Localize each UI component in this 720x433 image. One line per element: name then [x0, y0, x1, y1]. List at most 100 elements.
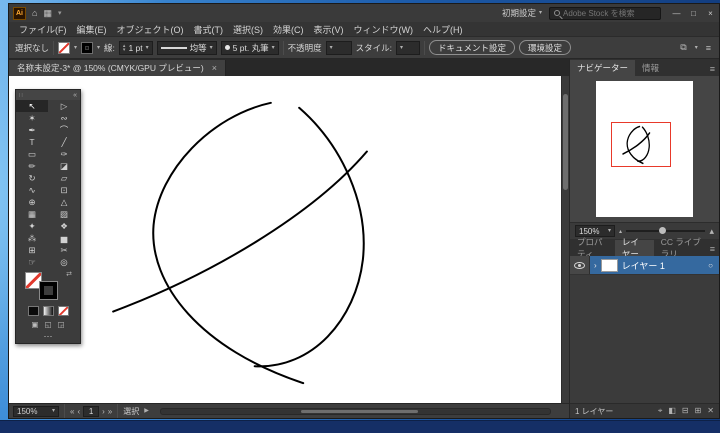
locate-object-icon[interactable]: ⌖: [658, 406, 663, 416]
curvature-tool[interactable]: ⌒: [48, 124, 80, 136]
draw-inside-icon[interactable]: ◲: [58, 320, 65, 329]
first-artboard-icon[interactable]: «: [70, 407, 74, 416]
tab-layers[interactable]: レイヤー: [614, 237, 654, 259]
tab-properties[interactable]: プロパティ: [570, 237, 615, 259]
brush-dropdown-icon[interactable]: ▾: [272, 45, 275, 51]
windows-taskbar[interactable]: [0, 420, 720, 433]
navigator-preview[interactable]: [570, 76, 719, 222]
profile-dropdown-icon[interactable]: ▾: [210, 45, 213, 51]
tools-panel-header[interactable]: ∷ «: [16, 90, 80, 100]
artboard-canvas[interactable]: ∷ « ↖ ▷ ✶ ∾ ✒ ⌒ T ╱ ▭ ✑ ✏ ◪ ↻ ▱ ∿ ⊡ ⊕ △ …: [9, 76, 569, 403]
adobe-stock-search[interactable]: [549, 6, 661, 20]
artboard-number-field[interactable]: 1: [83, 405, 100, 417]
artwork-path-diagonal[interactable]: [112, 150, 368, 313]
preferences-button[interactable]: 環境設定: [519, 40, 572, 55]
search-input[interactable]: [563, 8, 656, 18]
hand-tool[interactable]: ☞: [16, 256, 48, 268]
blend-tool[interactable]: ❖: [48, 220, 80, 232]
minimize-button[interactable]: —: [668, 4, 685, 22]
align-options-icon[interactable]: ⧉: [680, 42, 686, 53]
vertical-scrollbar[interactable]: [561, 76, 569, 403]
pen-tool[interactable]: ✒: [16, 124, 48, 136]
maximize-button[interactable]: □: [685, 4, 702, 22]
width-tool[interactable]: ∿: [16, 184, 48, 196]
fill-color-swatch[interactable]: [58, 41, 71, 54]
collapse-panel-icon[interactable]: «: [73, 92, 77, 99]
arrange-documents-dropdown-icon[interactable]: ▾: [58, 10, 62, 17]
opacity-dropdown-icon[interactable]: ▾: [330, 45, 333, 51]
opacity-field[interactable]: ▾: [325, 40, 352, 55]
tab-cc-libraries[interactable]: CC ライブラリ: [654, 237, 710, 259]
document-tab-close-icon[interactable]: ×: [212, 63, 217, 73]
paintbrush-tool[interactable]: ✑: [48, 148, 80, 160]
zoom-out-icon[interactable]: ▴: [619, 228, 622, 235]
eye-icon[interactable]: [574, 261, 585, 269]
layer-visibility-cell[interactable]: [570, 256, 590, 274]
navigator-view-rectangle[interactable]: [611, 122, 671, 167]
previous-artboard-icon[interactable]: ‹: [77, 407, 80, 416]
shape-builder-tool[interactable]: ⊕: [16, 196, 48, 208]
document-tab[interactable]: 名称未設定-3* @ 150% (CMYK/GPU プレビュー) ×: [9, 60, 226, 76]
pencil-tool[interactable]: ✏: [16, 160, 48, 172]
direct-selection-tool[interactable]: ▷: [48, 100, 80, 112]
layer-name[interactable]: レイヤー 1: [622, 259, 665, 272]
column-graph-tool[interactable]: ▅: [48, 232, 80, 244]
zoom-level-dropdown[interactable]: 150% ▾: [13, 405, 59, 417]
stroke-dropdown-icon[interactable]: ▾: [97, 45, 100, 51]
navigator-panel-menu-icon[interactable]: ≡: [710, 64, 719, 76]
home-icon[interactable]: ⌂: [32, 8, 37, 18]
zoom-tool[interactable]: ◎: [48, 256, 80, 268]
eyedropper-tool[interactable]: ✦: [16, 220, 48, 232]
close-button[interactable]: ×: [702, 4, 719, 22]
step-down-icon[interactable]: ▾: [123, 47, 126, 52]
layer-row[interactable]: › レイヤー 1 ○: [570, 256, 719, 275]
magic-wand-tool[interactable]: ✶: [16, 112, 48, 124]
style-dropdown-icon[interactable]: ▾: [400, 45, 403, 51]
menu-type[interactable]: 書式(T): [190, 23, 228, 36]
style-dropdown[interactable]: ▾: [395, 40, 420, 55]
artboard-tool[interactable]: ⊞: [16, 244, 48, 256]
selection-tool[interactable]: ↖: [16, 100, 48, 112]
swap-fill-stroke-icon[interactable]: ⇄: [66, 270, 72, 278]
menu-file[interactable]: ファイル(F): [15, 23, 71, 36]
make-clipping-mask-icon[interactable]: ◧: [668, 406, 676, 416]
eraser-tool[interactable]: ◪: [48, 160, 80, 172]
status-popup-icon[interactable]: ▶: [144, 408, 149, 414]
free-transform-tool[interactable]: ⊡: [48, 184, 80, 196]
navigator-zoom-slider-thumb[interactable]: [659, 227, 667, 234]
next-artboard-icon[interactable]: ›: [102, 407, 105, 416]
perspective-grid-tool[interactable]: △: [48, 196, 80, 208]
rotate-tool[interactable]: ↻: [16, 172, 48, 184]
align-dropdown-icon[interactable]: ▾: [695, 45, 698, 51]
menu-edit[interactable]: 編集(E): [73, 23, 111, 36]
type-tool[interactable]: T: [16, 136, 48, 148]
fill-dropdown-icon[interactable]: ▾: [74, 45, 77, 51]
lasso-tool[interactable]: ∾: [48, 112, 80, 124]
symbol-sprayer-tool[interactable]: ⁂: [16, 232, 48, 244]
stroke-width-dropdown-icon[interactable]: ▾: [146, 45, 149, 51]
menu-object[interactable]: オブジェクト(O): [113, 23, 188, 36]
scale-tool[interactable]: ▱: [48, 172, 80, 184]
line-segment-tool[interactable]: ╱: [48, 136, 80, 148]
gradient-tool[interactable]: ▨: [48, 208, 80, 220]
none-button[interactable]: [57, 306, 69, 316]
horizontal-scrollbar-thumb[interactable]: [300, 409, 418, 413]
gradient-button[interactable]: [42, 306, 54, 316]
menu-effect[interactable]: 効果(C): [269, 23, 308, 36]
artwork-path-left-arc[interactable]: [152, 101, 305, 385]
document-setup-button[interactable]: ドキュメント設定: [428, 40, 515, 55]
zoom-in-icon[interactable]: ▴: [709, 226, 714, 237]
tab-navigator[interactable]: ナビゲーター: [570, 60, 636, 76]
horizontal-scrollbar[interactable]: [159, 407, 551, 415]
drag-grip-icon[interactable]: ∷: [19, 92, 23, 99]
menu-window[interactable]: ウィンドウ(W): [350, 23, 418, 36]
stroke-width-field[interactable]: ▴ ▾ 1 pt ▾: [118, 40, 153, 55]
draw-behind-icon[interactable]: ◱: [44, 320, 51, 329]
slice-tool[interactable]: ✂: [48, 244, 80, 256]
edit-toolbar-ellipsis[interactable]: ⋯: [16, 330, 80, 343]
brush-dropdown[interactable]: 5 pt. 丸筆 ▾: [220, 40, 279, 55]
menu-view[interactable]: 表示(V): [310, 23, 348, 36]
stroke-color-swatch[interactable]: [81, 41, 94, 54]
width-profile-dropdown[interactable]: 均等 ▾: [156, 40, 217, 55]
navigator-zoom-slider[interactable]: [626, 227, 706, 234]
